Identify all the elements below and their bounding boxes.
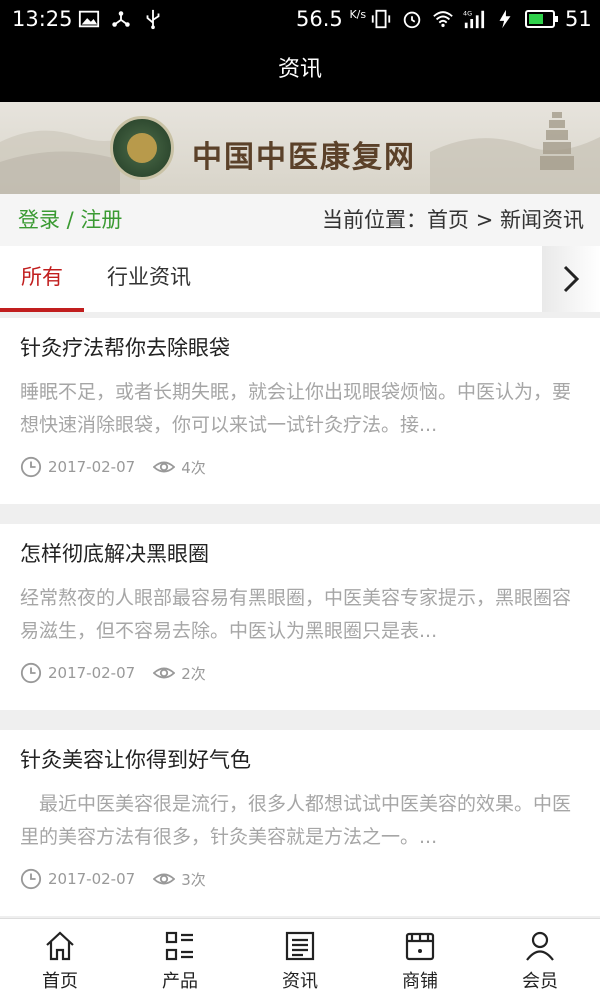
news-icon	[285, 931, 315, 961]
image-notification-icon	[78, 10, 100, 28]
article-summary: 经常熬夜的人眼部最容易有黑眼圈，中医美容专家提示，黑眼圈容易滋生，但不容易去除。…	[20, 587, 572, 642]
article-date: 2017-02-07	[48, 664, 136, 682]
article-views: 3次	[181, 870, 206, 889]
list-item[interactable]: 针灸美容让你得到好气色 最近中医美容很是流行，很多人都想试试中医美容的效果。中医…	[0, 730, 600, 916]
alarm-icon	[403, 11, 421, 29]
category-tabs: 所有 行业资讯	[0, 246, 600, 312]
battery-icon	[525, 10, 558, 28]
battery-level: 51	[565, 7, 592, 31]
nav-shop[interactable]: 商铺	[360, 919, 480, 1000]
svg-text:4G: 4G	[463, 9, 472, 17]
article-meta: 2017-02-07 4次	[20, 456, 206, 478]
vibrate-icon	[371, 9, 391, 29]
eye-icon	[153, 667, 176, 679]
page-title: 资讯	[0, 38, 600, 102]
article-date: 2017-02-07	[48, 870, 136, 888]
nav-home[interactable]: 首页	[0, 919, 120, 1000]
article-views: 4次	[181, 458, 206, 477]
eye-icon	[153, 873, 176, 885]
chevron-right-icon	[563, 265, 580, 293]
bottom-nav: 首页 产品 资讯 商铺 会员	[0, 918, 600, 1000]
site-banner: 中国中医康复网	[0, 102, 600, 194]
tab-industry-news[interactable]: 行业资讯	[96, 246, 202, 312]
site-logo-seal	[110, 116, 174, 180]
site-name: 中国中医康复网	[192, 140, 416, 175]
charging-icon	[499, 9, 511, 29]
breadcrumb: 当前位置：首页 > 新闻资讯	[322, 208, 584, 232]
list-item[interactable]: 针灸疗法帮你去除眼袋 睡眠不足，或者长期失眠，就会让你出现眼袋烦恼。中医认为，要…	[0, 318, 600, 504]
article-date: 2017-02-07	[48, 458, 136, 476]
article-summary: 睡眠不足，或者长期失眠，就会让你出现眼袋烦恼。中医认为，要想快速消除眼袋，你可以…	[20, 381, 572, 436]
tab-all[interactable]: 所有	[0, 246, 84, 312]
nav-label: 产品	[162, 971, 198, 992]
article-meta: 2017-02-07 3次	[20, 868, 206, 890]
product-grid-icon	[165, 931, 193, 961]
clock-icon	[20, 662, 42, 684]
usb-icon	[146, 9, 160, 30]
wifi-icon	[433, 11, 453, 28]
nav-label: 会员	[522, 971, 558, 992]
breadcrumb-bar: 登录 / 注册 当前位置：首页 > 新闻资讯	[0, 194, 600, 246]
nav-label: 资讯	[282, 971, 318, 992]
tabs-scroll-right-button[interactable]	[542, 246, 600, 312]
status-time: 13:25	[12, 7, 73, 31]
shop-icon	[405, 932, 435, 961]
nav-label: 商铺	[402, 971, 438, 992]
status-bar: 13:25 56.5 K/s 4G 51	[0, 0, 600, 38]
home-icon	[46, 931, 74, 961]
article-title[interactable]: 针灸疗法帮你去除眼袋	[20, 332, 230, 362]
signal-4g-icon: 4G	[463, 9, 485, 29]
share-notification-icon	[112, 11, 130, 27]
nav-member[interactable]: 会员	[480, 919, 600, 1000]
eye-icon	[153, 461, 176, 473]
active-tab-indicator	[0, 308, 84, 312]
nav-label: 首页	[42, 971, 78, 992]
nav-products[interactable]: 产品	[120, 919, 240, 1000]
clock-icon	[20, 456, 42, 478]
clock-icon	[20, 868, 42, 890]
article-title[interactable]: 针灸美容让你得到好气色	[20, 744, 251, 774]
article-title[interactable]: 怎样彻底解决黑眼圈	[20, 538, 209, 568]
member-icon	[526, 931, 554, 961]
nav-news[interactable]: 资讯	[240, 919, 360, 1000]
article-views: 2次	[181, 664, 206, 683]
article-meta: 2017-02-07 2次	[20, 662, 206, 684]
login-register-link[interactable]: 登录 / 注册	[18, 194, 122, 246]
network-speed: 56.5 K/s	[296, 7, 367, 31]
article-summary: 最近中医美容很是流行，很多人都想试试中医美容的效果。中医里的美容方法有很多，针灸…	[20, 793, 572, 848]
list-item[interactable]: 怎样彻底解决黑眼圈 经常熬夜的人眼部最容易有黑眼圈，中医美容专家提示，黑眼圈容易…	[0, 524, 600, 710]
